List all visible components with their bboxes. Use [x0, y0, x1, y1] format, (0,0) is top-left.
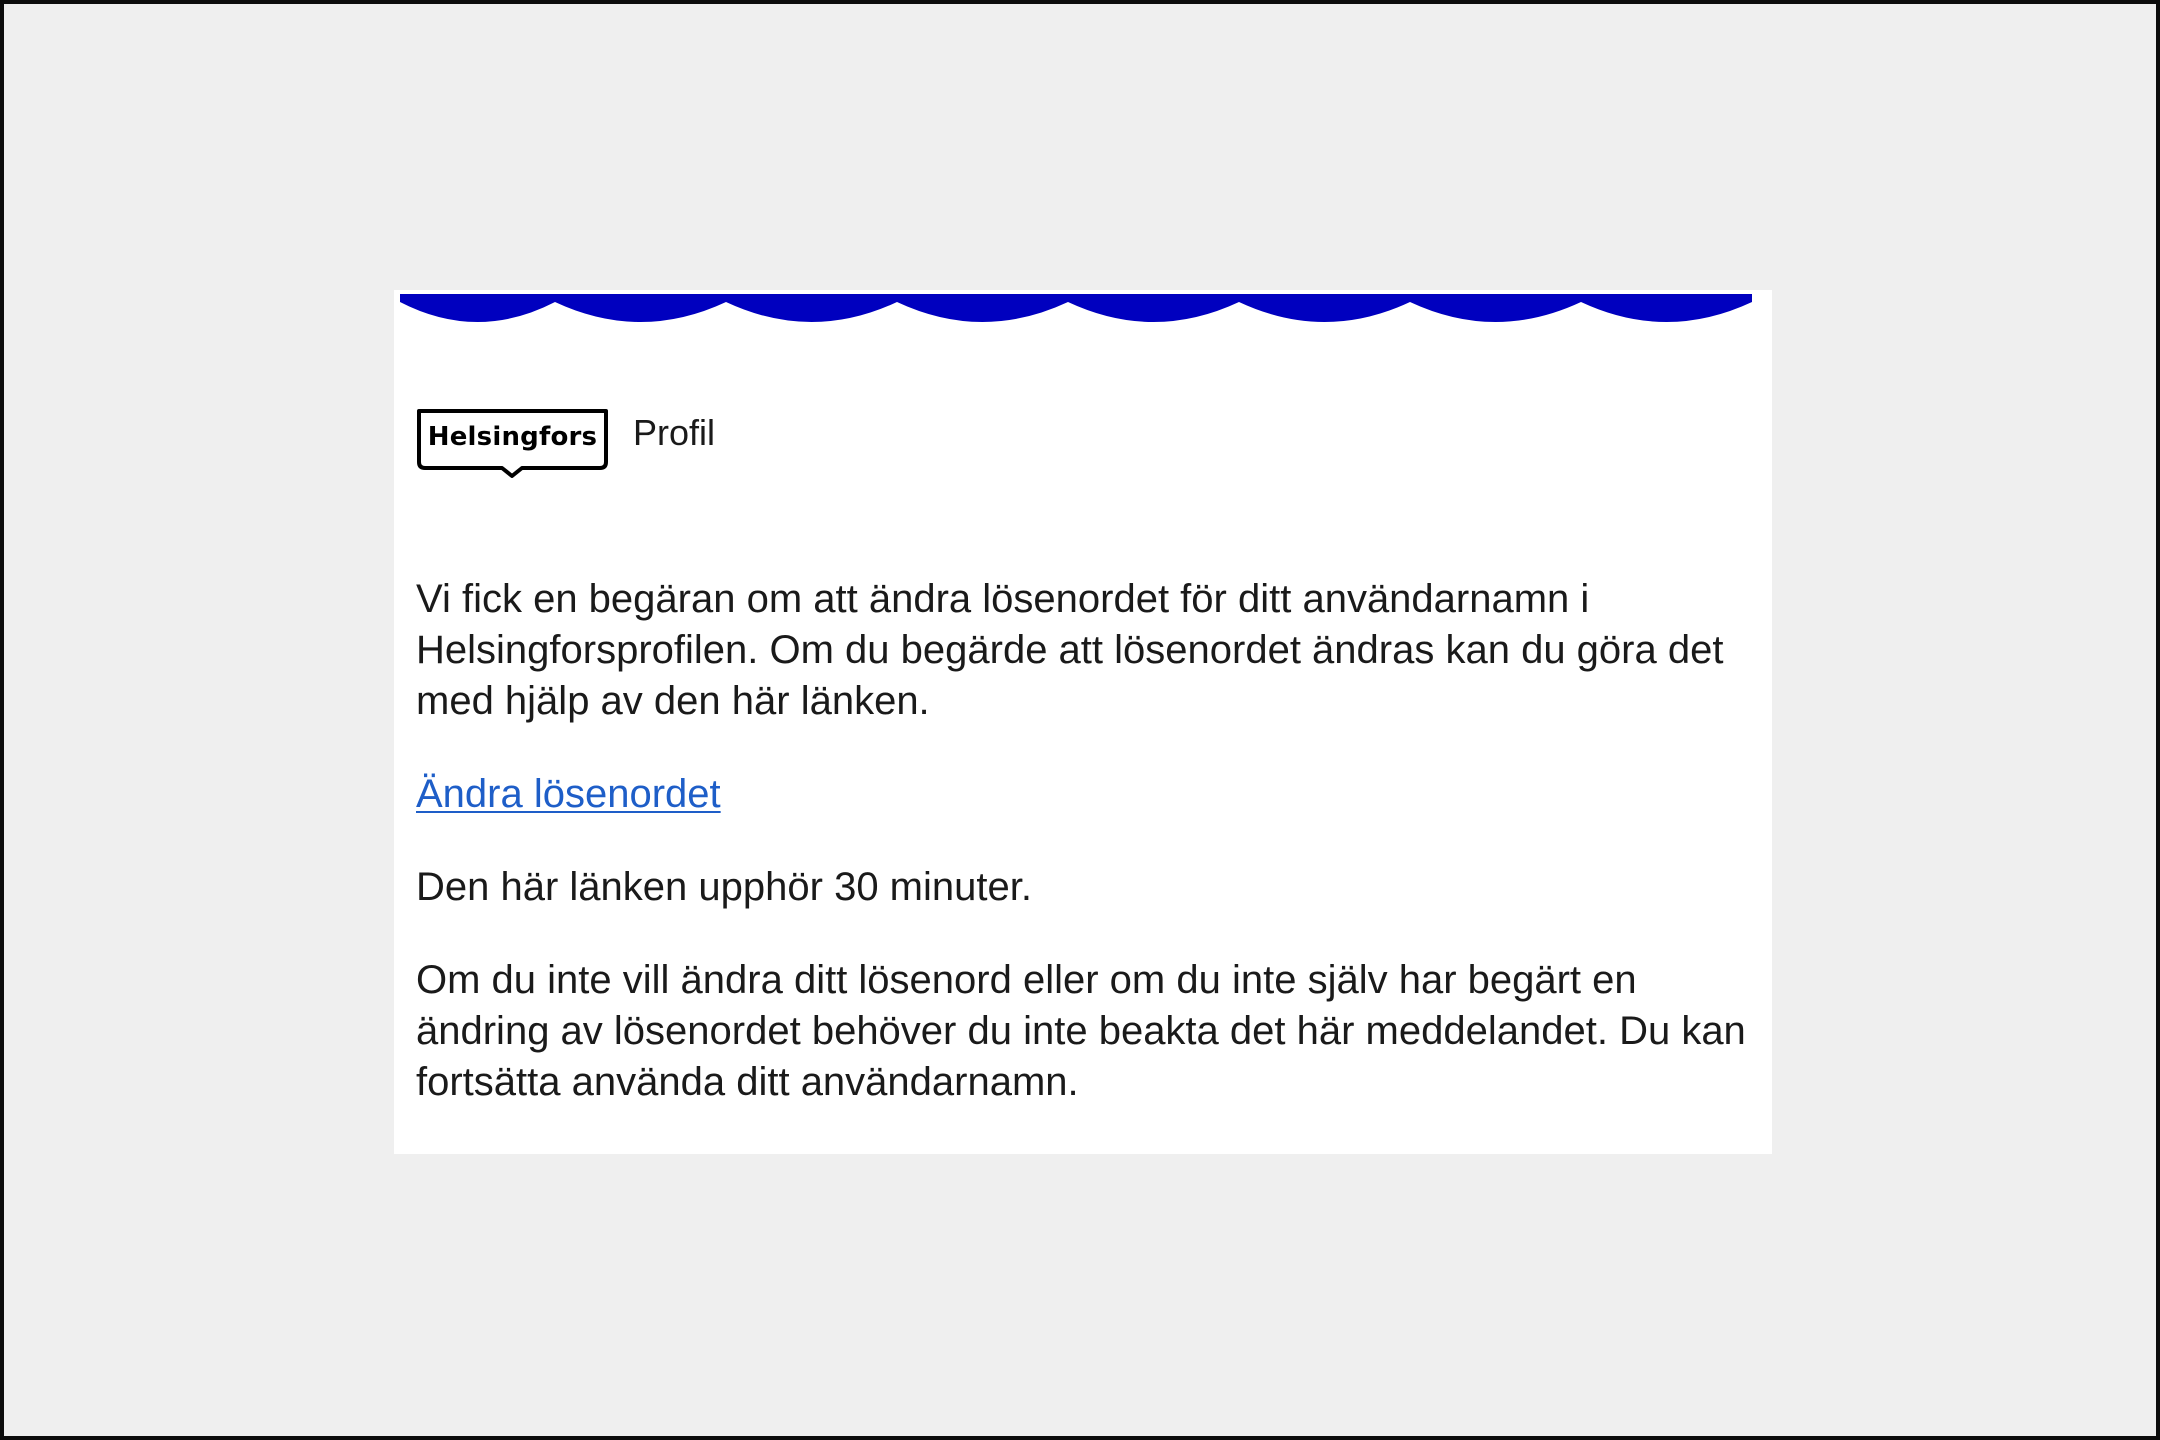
request-paragraph: Vi fick en begäran om att ändra lösenord…	[416, 577, 1724, 723]
brand-header: Helsingfors Profil	[416, 408, 715, 488]
expiry-paragraph: Den här länken upphör 30 minuter.	[416, 865, 1032, 909]
link-paragraph: Ändra lösenordet	[416, 769, 1746, 820]
email-viewer: Helsingfors Profil Vi fick en begäran om…	[0, 0, 2160, 1440]
email-card: Helsingfors Profil Vi fick en begäran om…	[394, 290, 1772, 1154]
wave-banner	[400, 294, 1752, 322]
service-title: Profil	[633, 412, 716, 453]
change-password-link[interactable]: Ändra lösenordet	[416, 772, 721, 816]
helsinki-logo: Helsingfors	[416, 408, 609, 478]
email-body: Vi fick en begäran om att ändra lösenord…	[416, 574, 1746, 1150]
ignore-paragraph: Om du inte vill ändra ditt lösenord elle…	[416, 958, 1746, 1104]
logo-text: Helsingfors	[427, 422, 598, 452]
